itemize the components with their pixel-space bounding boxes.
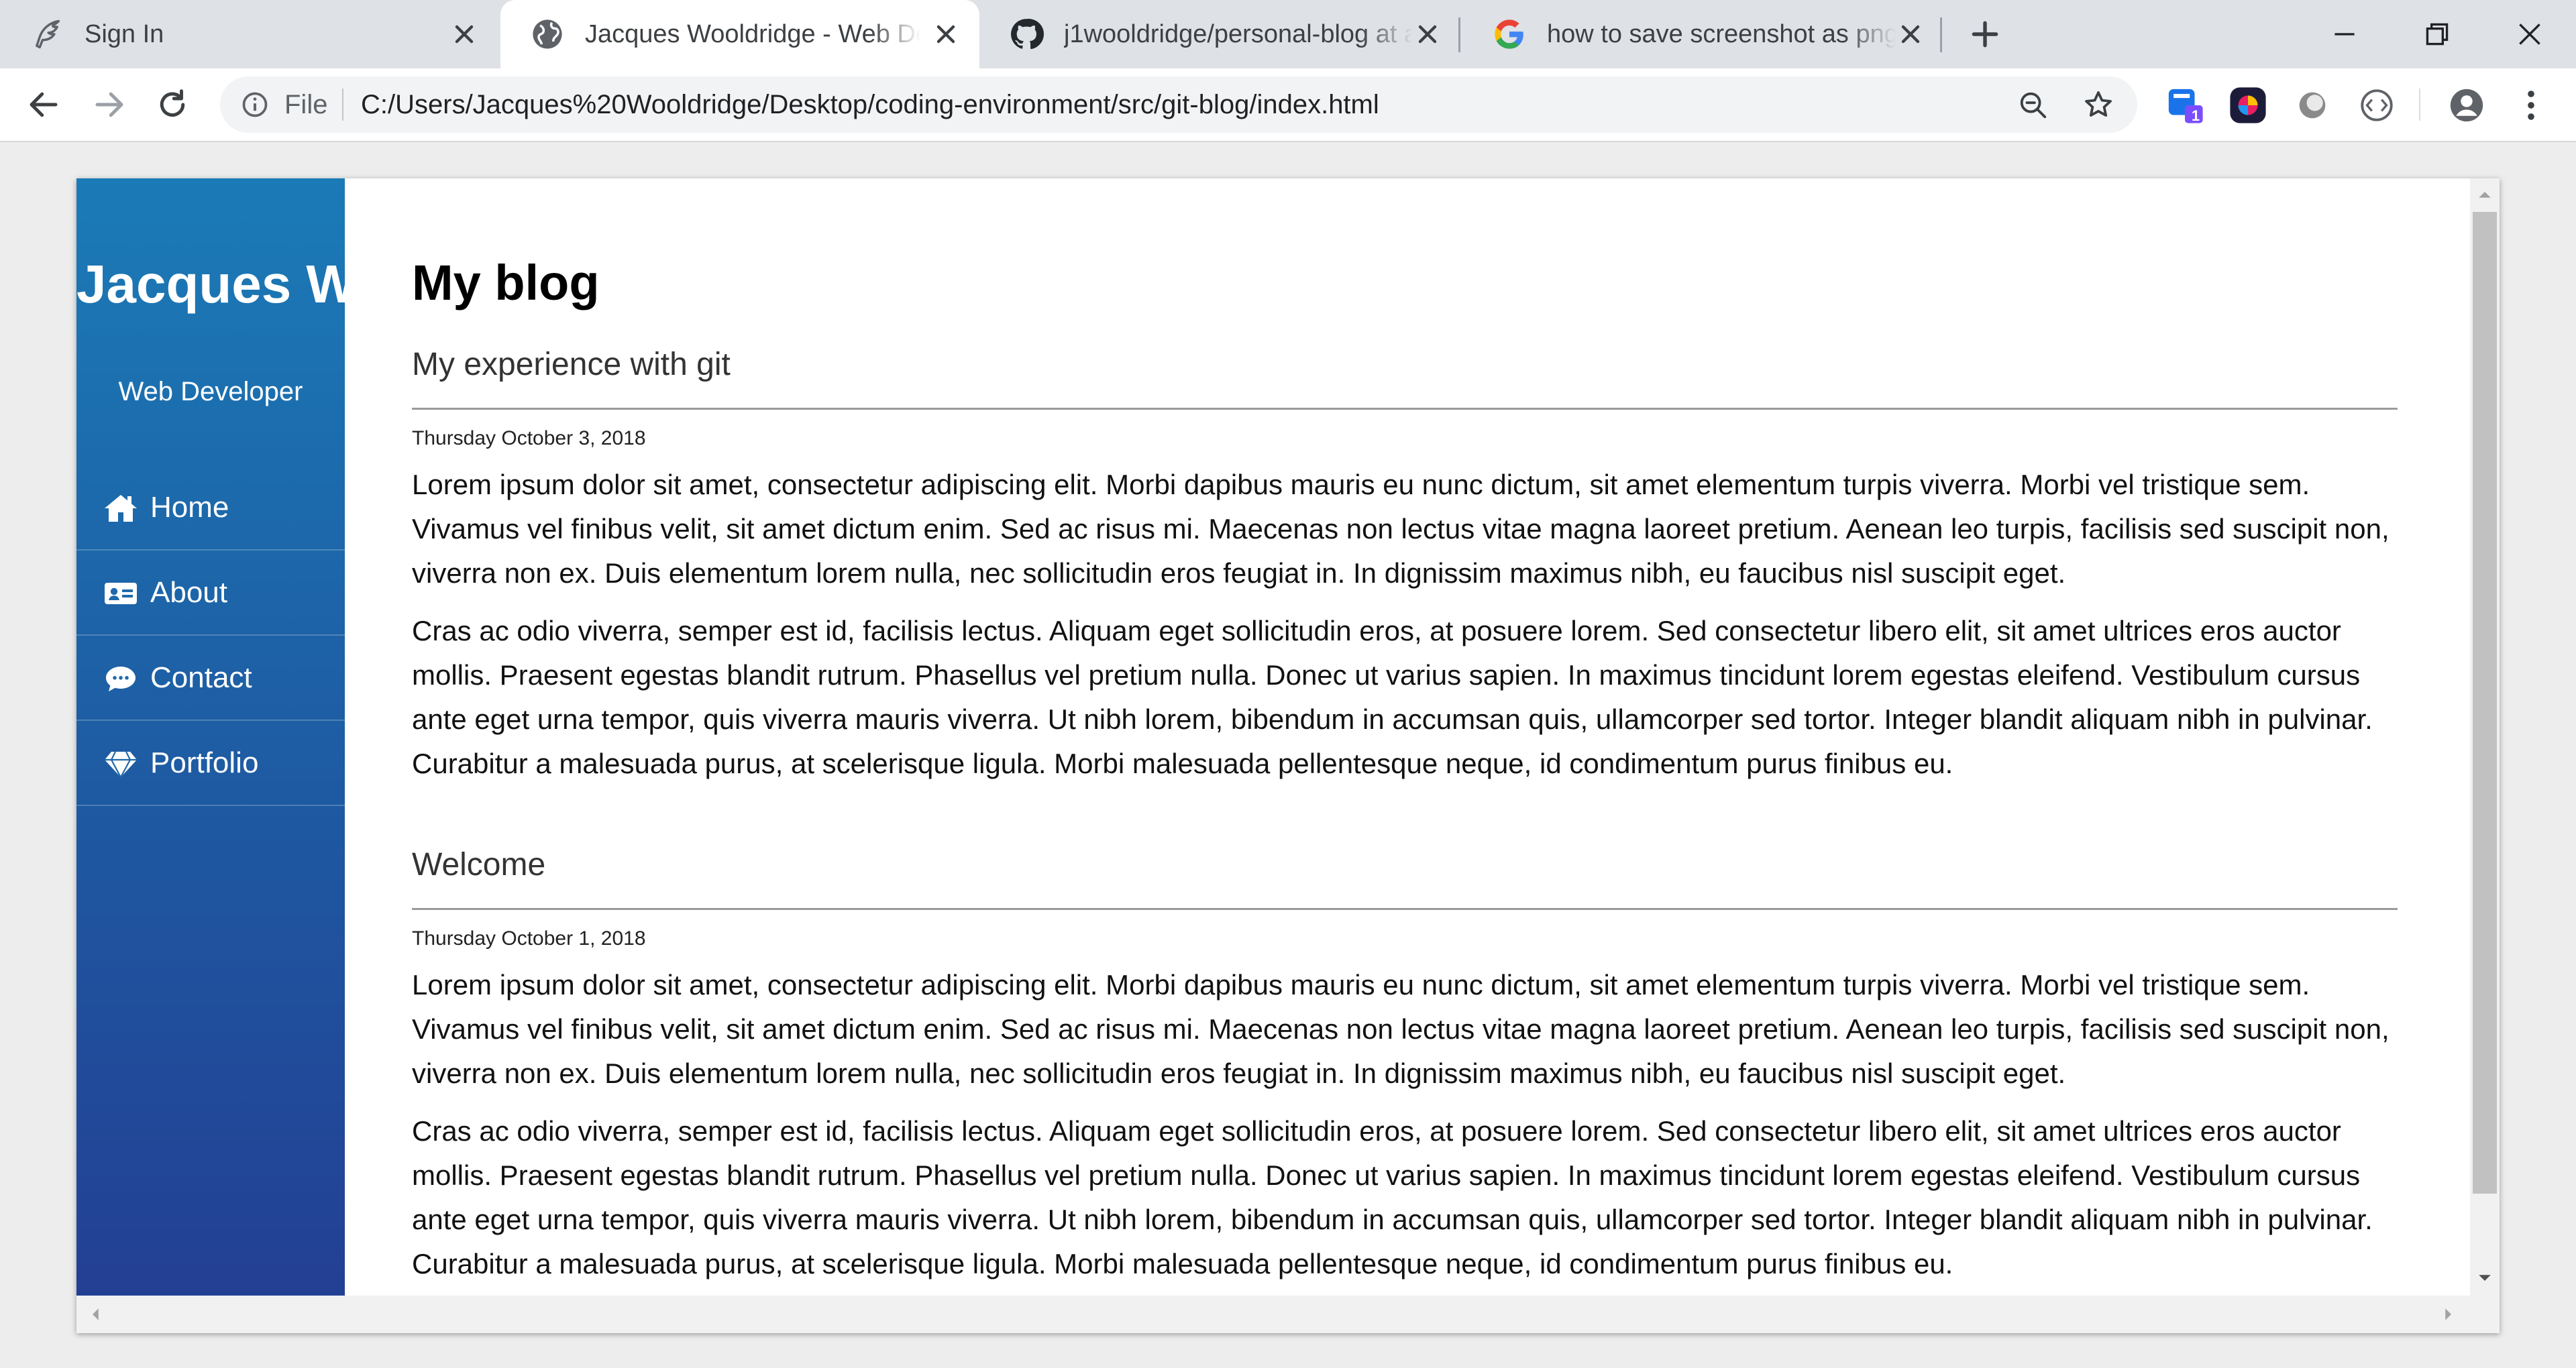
address-divider — [342, 89, 343, 121]
tab-jacques-wooldridge[interactable]: Jacques Wooldridge - Web Developer — [500, 0, 979, 68]
browser-tab-strip: Sign In Jacques Wooldridge - Web Develop… — [0, 0, 2576, 68]
vertical-scroll-thumb[interactable] — [2473, 212, 2497, 1194]
post-divider — [412, 908, 2398, 910]
site-name: Jacques Wooldridge — [76, 254, 600, 314]
globe-icon — [533, 19, 562, 49]
id-card-icon — [105, 583, 137, 604]
scroll-up-arrow-icon[interactable] — [2475, 185, 2495, 205]
forward-arrow-icon[interactable] — [91, 87, 127, 123]
nav-item-about[interactable]: About — [76, 551, 345, 636]
reload-icon[interactable] — [154, 87, 191, 123]
horizontal-scrollbar[interactable] — [76, 1296, 2500, 1333]
nav-label: Contact — [150, 661, 252, 694]
url-scheme-label: File — [284, 90, 328, 119]
scroll-left-arrow-icon[interactable] — [86, 1304, 106, 1324]
address-bar[interactable]: File C:/Users/Jacques%20Wooldridge/Deskt… — [220, 76, 2137, 133]
page-title: My blog — [412, 255, 600, 310]
tab-github[interactable]: j1wooldridge/personal-blog at ac — [979, 0, 1462, 68]
post-title: My experience with git — [412, 347, 731, 382]
sidebar: Jacques Wooldridge Web Developer Home Ab… — [76, 178, 600, 1296]
tab-sign-in[interactable]: Sign In — [0, 0, 494, 68]
new-tab-plus-icon[interactable] — [1968, 17, 2002, 51]
github-icon — [1011, 19, 1044, 50]
vertical-scrollbar[interactable] — [2470, 178, 2500, 1296]
post-paragraph: Cras ac odio viverra, semper est id, fac… — [412, 1115, 2373, 1279]
google-icon — [1495, 19, 1523, 49]
close-icon[interactable] — [1896, 19, 1925, 49]
nav-item-contact[interactable]: Contact — [76, 636, 345, 721]
extension-circle-icon[interactable] — [2293, 86, 2332, 125]
back-arrow-icon[interactable] — [25, 87, 62, 123]
post-title: Welcome — [412, 847, 546, 882]
post-date: Thursday October 1, 2018 — [412, 927, 646, 950]
bookmark-star-icon[interactable] — [2082, 89, 2114, 121]
extension-1-icon[interactable]: 1 — [2165, 86, 2204, 125]
browser-menu-icon[interactable] — [2512, 86, 2551, 125]
home-icon — [105, 495, 137, 522]
tab-divider — [1940, 17, 1942, 52]
browser-toolbar: File C:/Users/Jacques%20Wooldridge/Deskt… — [0, 68, 2576, 142]
tab-divider — [1458, 17, 1460, 52]
extension-code-icon[interactable] — [2357, 86, 2396, 125]
page-card: Jacques Wooldridge Web Developer Home Ab… — [76, 178, 2500, 1333]
tab-title: Sign In — [85, 20, 164, 48]
quill-icon — [36, 19, 60, 49]
site-role: Web Developer — [118, 377, 303, 406]
profile-avatar-icon[interactable] — [2447, 86, 2486, 125]
post-divider — [412, 408, 2398, 410]
page-viewport: Jacques Wooldridge Web Developer Home Ab… — [0, 142, 2576, 1368]
nav-item-portfolio[interactable]: Portfolio — [76, 721, 345, 806]
nav-label: About — [150, 576, 227, 609]
scroll-right-arrow-icon[interactable] — [2438, 1304, 2458, 1324]
post-date: Thursday October 3, 2018 — [412, 427, 646, 449]
tab-title: how to save screenshot as png - — [1547, 20, 1896, 48]
chat-icon — [106, 667, 136, 691]
post-paragraph: Lorem ipsum dolor sit amet, consectetur … — [412, 969, 2390, 1089]
extension-badge: 1 — [2191, 107, 2200, 124]
tab-title: j1wooldridge/personal-blog at ac — [1064, 20, 1413, 48]
close-window-icon[interactable] — [2513, 17, 2546, 51]
nav-label: Portfolio — [150, 746, 259, 779]
minimize-icon[interactable] — [2328, 17, 2361, 51]
scroll-down-arrow-icon[interactable] — [2475, 1267, 2495, 1288]
info-icon[interactable] — [240, 90, 270, 119]
nav-label: Home — [150, 491, 229, 524]
nav-item-home[interactable]: Home — [76, 465, 345, 551]
tab-title: Jacques Wooldridge - Web Developer — [585, 20, 920, 48]
extension-color-icon[interactable] — [2229, 86, 2267, 125]
toolbar-divider — [2419, 89, 2420, 121]
tab-google-search[interactable]: how to save screenshot as png - — [1462, 0, 1945, 68]
url-text[interactable]: C:/Users/Jacques%20Wooldridge/Desktop/co… — [361, 89, 1379, 121]
close-icon[interactable] — [449, 19, 479, 49]
close-icon[interactable] — [1413, 19, 1442, 49]
sidebar-nav: Home About Contact Portfolio — [76, 465, 345, 806]
close-icon[interactable] — [931, 19, 961, 49]
post-paragraph: Lorem ipsum dolor sit amet, consectetur … — [412, 469, 2390, 589]
zoom-out-icon[interactable] — [2018, 90, 2049, 121]
restore-icon[interactable] — [2420, 17, 2454, 51]
post-paragraph: Cras ac odio viverra, semper est id, fac… — [412, 615, 2373, 779]
diamond-icon — [105, 751, 137, 779]
